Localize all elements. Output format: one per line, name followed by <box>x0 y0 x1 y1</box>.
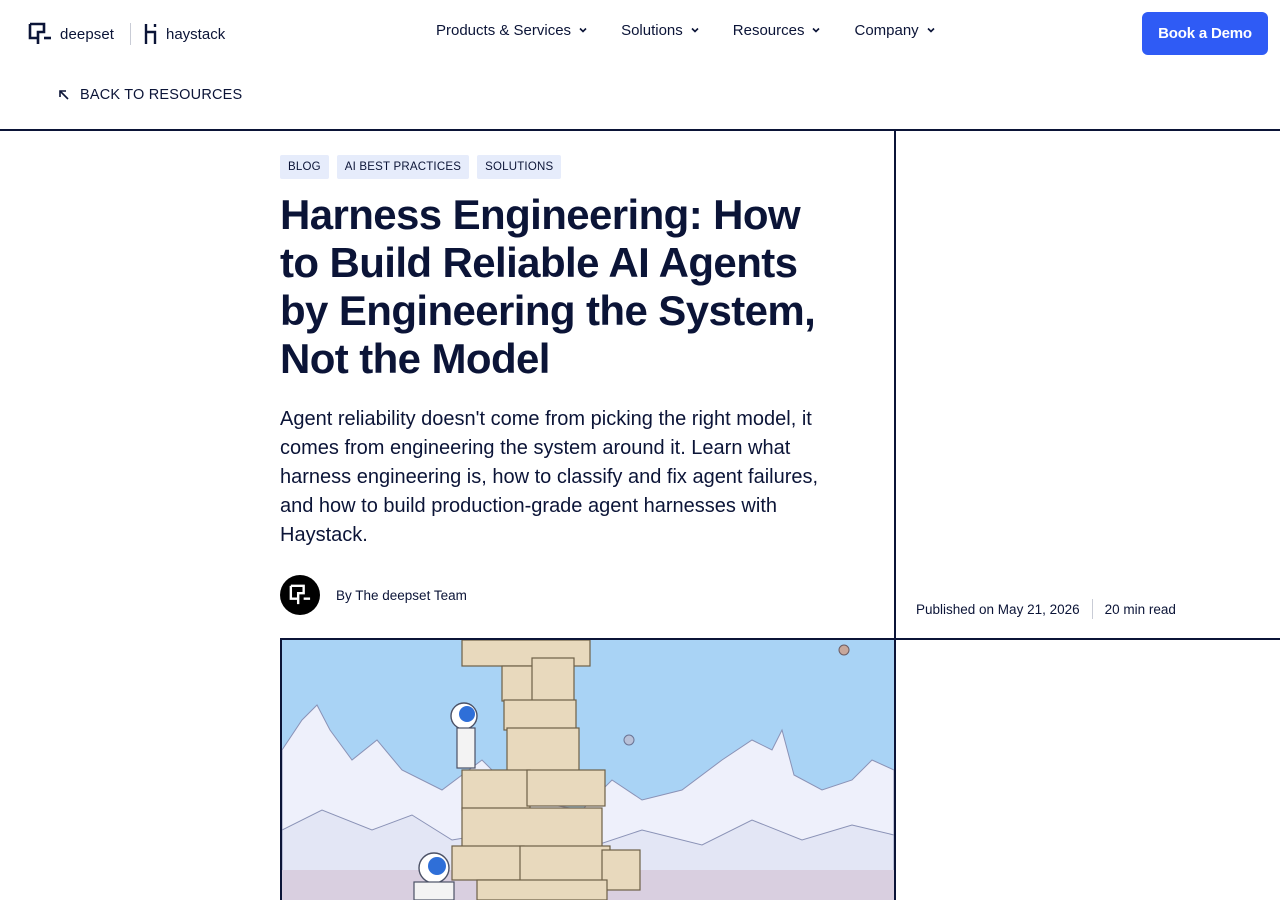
nav-products-services[interactable]: Products & Services <box>436 22 587 39</box>
nav-label: Company <box>854 22 919 39</box>
avatar <box>280 575 320 615</box>
haystack-logo-icon <box>144 24 157 44</box>
back-to-resources-link[interactable]: BACK TO RESOURCES <box>58 87 242 103</box>
chevron-down-icon <box>812 27 821 33</box>
article-meta: Published on May 21, 2026 20 min read <box>916 599 1176 619</box>
nav-solutions[interactable]: Solutions <box>621 22 699 39</box>
tag-blog[interactable]: BLOG <box>280 155 329 179</box>
deepset-logo-text: deepset <box>60 25 115 43</box>
nav-resources[interactable]: Resources <box>733 22 821 39</box>
nav-label: Solutions <box>621 22 683 39</box>
main-nav: Products & Services Solutions Resources … <box>436 22 969 39</box>
article-title: Harness Engineering: How to Build Reliab… <box>280 191 816 382</box>
logo-divider <box>130 23 131 45</box>
back-link-label: BACK TO RESOURCES <box>80 87 243 103</box>
haystack-logo[interactable]: haystack <box>143 22 225 46</box>
tag-solutions[interactable]: SOLUTIONS <box>477 155 562 179</box>
book-demo-button[interactable]: Book a Demo <box>1142 12 1268 55</box>
chevron-down-icon <box>579 27 587 33</box>
hero-illustration <box>282 640 894 900</box>
hero-image <box>282 640 894 900</box>
nav-company[interactable]: Company <box>854 22 935 39</box>
divider-top <box>0 129 1280 131</box>
chevron-down-icon <box>691 27 699 33</box>
read-time: 20 min read <box>1104 601 1176 617</box>
nav-label: Products & Services <box>436 22 572 39</box>
author-name: By The deepset Team <box>336 587 467 603</box>
article-author: By The deepset Team <box>280 575 467 615</box>
deepset-logo[interactable]: deepset <box>28 22 114 46</box>
published-date: Published on May 21, 2026 <box>916 601 1080 617</box>
site-header: deepset haystack Products & Services Sol… <box>0 0 1280 66</box>
article-subtitle: Agent reliability doesn't come from pick… <box>280 408 819 546</box>
arrow-up-left-icon <box>59 90 69 100</box>
divider-vertical <box>894 130 896 900</box>
tag-ai-best-practices[interactable]: AI BEST PRACTICES <box>336 155 470 179</box>
meta-separator <box>1091 599 1093 619</box>
deepset-avatar-icon <box>289 584 311 605</box>
haystack-logo-text: haystack <box>166 25 226 43</box>
deepset-logo-icon <box>28 22 51 44</box>
article-tags: BLOG AI BEST PRACTICES SOLUTIONS <box>280 155 562 179</box>
nav-label: Resources <box>732 22 805 39</box>
chevron-down-icon <box>927 27 935 33</box>
